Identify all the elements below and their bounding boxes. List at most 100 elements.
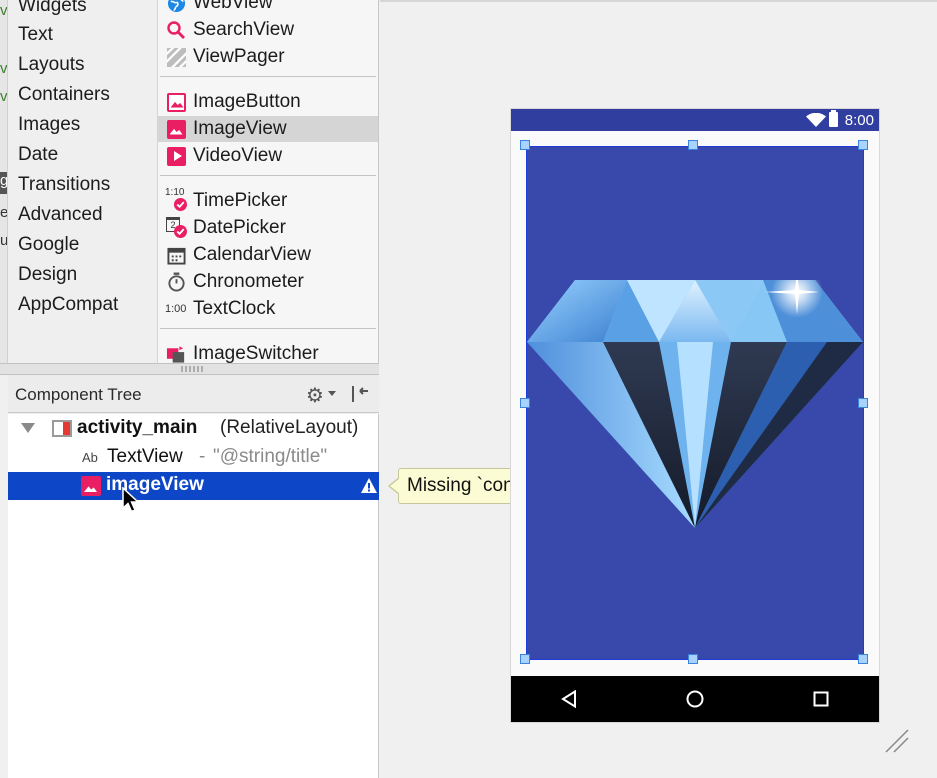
back-icon[interactable] bbox=[561, 690, 577, 708]
image-icon bbox=[81, 476, 101, 496]
date-picker-icon: 2 bbox=[165, 217, 187, 239]
search-icon bbox=[165, 19, 187, 41]
expand-arrow-icon[interactable] bbox=[21, 423, 35, 433]
edge-mark: u bbox=[0, 232, 7, 254]
image-switcher-icon bbox=[165, 343, 187, 363]
widget-label: ImageSwitcher bbox=[193, 343, 319, 363]
tree-item-name: imageView bbox=[106, 474, 204, 495]
widget-textclock[interactable]: 1:00 TextClock bbox=[158, 296, 378, 322]
stripes-icon bbox=[165, 46, 187, 68]
palette-panel: v v v g e u Widgets Text Layouts Contain… bbox=[0, 0, 379, 363]
category-images[interactable]: Images bbox=[18, 114, 80, 136]
calendar-icon bbox=[165, 244, 187, 266]
globe-icon bbox=[165, 0, 187, 14]
device-status-bar: 8:00 bbox=[511, 109, 879, 131]
resize-handle[interactable] bbox=[688, 654, 698, 664]
widget-timepicker[interactable]: 1:10 TimePicker bbox=[158, 187, 378, 214]
widget-imageview[interactable]: ImageView bbox=[158, 116, 378, 142]
splitter-grip[interactable] bbox=[181, 366, 205, 372]
text-clock-icon: 1:00 bbox=[165, 303, 187, 315]
device-preview: 8:00 bbox=[511, 109, 879, 722]
edge-mark: v bbox=[0, 2, 7, 19]
separator bbox=[160, 76, 376, 77]
widget-label: DatePicker bbox=[193, 217, 286, 238]
wifi-icon bbox=[806, 113, 826, 127]
home-icon[interactable] bbox=[686, 690, 704, 708]
widget-imageswitcher[interactable]: ImageSwitcher bbox=[158, 341, 378, 363]
left-edge-strip: v v v g e u bbox=[0, 0, 8, 363]
resize-handle[interactable] bbox=[858, 398, 868, 408]
play-icon bbox=[165, 145, 187, 167]
category-containers[interactable]: Containers bbox=[18, 84, 110, 106]
category-advanced[interactable]: Advanced bbox=[18, 204, 103, 226]
widget-imagebutton[interactable]: ImageButton bbox=[158, 89, 378, 115]
component-tree-title: Component Tree bbox=[15, 385, 142, 404]
collapse-panel-icon[interactable] bbox=[350, 384, 370, 404]
widget-label: ViewPager bbox=[193, 46, 285, 67]
widget-label: Chronometer bbox=[193, 271, 304, 292]
chevron-down-icon[interactable] bbox=[328, 391, 336, 396]
category-design[interactable]: Design bbox=[18, 264, 77, 286]
widget-label: SearchView bbox=[193, 19, 295, 40]
tree-item-value: "@string/title" bbox=[213, 446, 328, 467]
resize-handle[interactable] bbox=[520, 398, 530, 408]
widget-viewpager[interactable]: ViewPager bbox=[158, 44, 378, 70]
widget-label: VideoView bbox=[193, 145, 283, 166]
tree-row-root[interactable]: activity_main (RelativeLayout) bbox=[8, 414, 379, 442]
imageview-preview[interactable] bbox=[526, 146, 864, 660]
status-time: 8:00 bbox=[844, 112, 874, 129]
widget-chronometer[interactable]: Chronometer bbox=[158, 269, 378, 295]
widget-searchview[interactable]: SearchView bbox=[158, 17, 378, 43]
warning-icon[interactable] bbox=[360, 477, 378, 494]
widget-label: CalendarView bbox=[193, 244, 311, 265]
component-tree: activity_main (RelativeLayout) Ab TextVi… bbox=[8, 414, 379, 778]
time-picker-icon-text: 1:10 bbox=[165, 187, 185, 198]
stopwatch-icon bbox=[165, 271, 187, 293]
category-google[interactable]: Google bbox=[18, 234, 79, 256]
widget-calendarview[interactable]: CalendarView bbox=[158, 242, 378, 268]
tree-row-imageview[interactable]: imageView bbox=[8, 472, 379, 500]
palette-categories: Widgets Text Layouts Containers Images D… bbox=[8, 0, 158, 363]
gear-icon[interactable]: ⚙ bbox=[306, 383, 324, 408]
textview-icon: Ab bbox=[82, 450, 98, 465]
canvas-resize-grip-icon[interactable] bbox=[884, 728, 910, 754]
widget-label: TextClock bbox=[193, 298, 276, 319]
tree-row-textview[interactable]: Ab TextView - "@string/title" bbox=[8, 443, 379, 471]
edge-mark: e bbox=[0, 204, 7, 226]
resize-handle[interactable] bbox=[688, 140, 698, 150]
tree-item-name: TextView bbox=[107, 446, 183, 467]
widget-datepicker[interactable]: 2 DatePicker bbox=[158, 215, 378, 241]
time-picker-icon: 1:10 bbox=[165, 187, 187, 212]
widget-label: ImageView bbox=[193, 118, 287, 139]
resize-handle[interactable] bbox=[858, 140, 868, 150]
palette-widget-list: WebView SearchView ViewPager ImageButton… bbox=[158, 0, 378, 363]
panel-splitter[interactable] bbox=[0, 363, 379, 375]
category-appcompat[interactable]: AppCompat bbox=[18, 294, 118, 316]
edge-mark: v bbox=[0, 88, 7, 105]
tree-root-name: activity_main bbox=[77, 417, 198, 438]
mouse-cursor-icon bbox=[122, 487, 140, 513]
image-icon bbox=[165, 118, 187, 140]
widget-label: TimePicker bbox=[193, 190, 288, 211]
component-tree-header: Component Tree ⚙ bbox=[8, 375, 379, 413]
category-transitions[interactable]: Transitions bbox=[18, 174, 110, 196]
widget-webview[interactable]: WebView bbox=[158, 0, 378, 16]
widget-videoview[interactable]: VideoView bbox=[158, 143, 378, 169]
device-navigation-bar bbox=[511, 676, 879, 722]
resize-handle[interactable] bbox=[520, 140, 530, 150]
battery-icon bbox=[829, 110, 838, 127]
tree-root-type: (RelativeLayout) bbox=[220, 417, 359, 438]
category-layouts[interactable]: Layouts bbox=[18, 54, 85, 76]
category-widgets[interactable]: Widgets bbox=[18, 0, 87, 17]
resize-handle[interactable] bbox=[520, 654, 530, 664]
category-date[interactable]: Date bbox=[18, 144, 58, 166]
resize-handle[interactable] bbox=[858, 654, 868, 664]
recents-icon[interactable] bbox=[813, 691, 829, 707]
tree-item-separator: - bbox=[199, 446, 206, 467]
relative-layout-icon bbox=[52, 420, 72, 437]
category-text[interactable]: Text bbox=[18, 24, 53, 46]
widget-label: WebView bbox=[193, 0, 273, 13]
separator bbox=[160, 175, 376, 176]
edge-mark: v bbox=[0, 60, 7, 77]
diamond-image bbox=[527, 280, 863, 528]
